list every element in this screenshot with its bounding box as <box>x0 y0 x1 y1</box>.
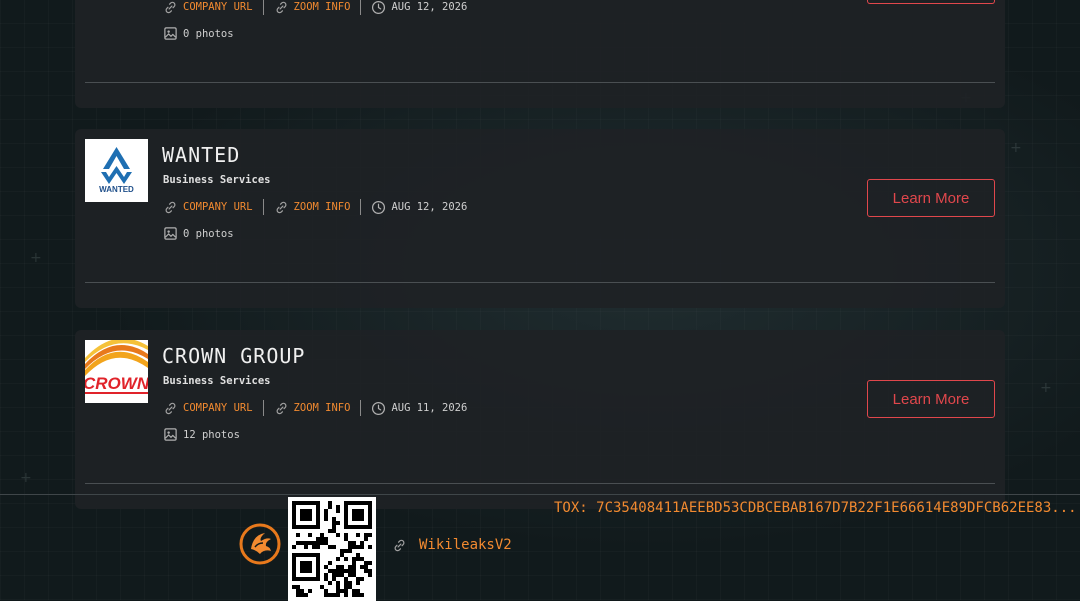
link-icon <box>165 201 176 213</box>
learn-more-button[interactable] <box>867 0 995 4</box>
decor-plus: + <box>30 250 42 266</box>
card-divider <box>85 483 995 484</box>
divider <box>360 199 362 215</box>
company-logo: WANTED <box>85 139 148 202</box>
zoom-info-label: ZOOM INFO <box>293 1 351 13</box>
zoom-info-link[interactable]: ZOOM INFO <box>274 0 351 15</box>
image-icon <box>164 227 177 240</box>
image-icon <box>164 428 177 441</box>
clock-icon <box>372 200 386 214</box>
divider <box>360 0 362 15</box>
listing-title: WANTED <box>162 143 241 167</box>
wikileaks-label: WikileaksV2 <box>419 537 512 553</box>
listing-date: AUG 12, 2026 <box>371 200 467 215</box>
listing-title: CROWN GROUP <box>162 344 306 368</box>
wikileaks-link[interactable]: WikileaksV2 <box>392 537 512 553</box>
zoom-info-link[interactable]: ZOOM INFO <box>274 200 351 215</box>
zoom-info-label: ZOOM INFO <box>293 201 351 213</box>
company-url-link[interactable]: COMPANY URL <box>163 200 253 215</box>
company-logo: CROWN <box>85 340 148 403</box>
decor-plus: + <box>20 470 32 486</box>
link-icon <box>165 402 176 414</box>
date-text: AUG 11, 2026 <box>391 402 468 414</box>
image-icon <box>164 27 177 40</box>
footer: WikileaksV2 TOX: 7C35408411AEEBD53CDBCEB… <box>0 494 1080 601</box>
listing-category: Business Services <box>163 375 271 387</box>
link-icon <box>276 1 286 13</box>
listing-meta: COMPANY URL ZOOM INFO AUG 12, 2026 <box>163 0 467 16</box>
clock-icon <box>372 0 386 14</box>
card-divider <box>85 82 995 83</box>
photos-text: 0 photos <box>183 27 234 40</box>
company-url-link[interactable]: COMPANY URL <box>163 401 253 416</box>
svg-text:WANTED: WANTED <box>99 185 134 194</box>
date-text: AUG 12, 2026 <box>391 201 468 213</box>
listing-date: AUG 11, 2026 <box>371 401 467 416</box>
listing-meta: COMPANY URL ZOOM INFO AUG 11, 2026 <box>163 399 467 417</box>
company-url-label: COMPANY URL <box>183 402 253 414</box>
zoom-info-link[interactable]: ZOOM INFO <box>274 401 351 416</box>
zoom-info-label: ZOOM INFO <box>293 402 351 414</box>
company-url-label: COMPANY URL <box>183 1 253 13</box>
learn-more-button[interactable]: Learn More <box>867 179 995 217</box>
link-icon <box>276 402 286 414</box>
link-icon <box>276 201 286 213</box>
decor-plus: + <box>1010 140 1022 156</box>
qr-code[interactable] <box>288 497 376 601</box>
link-icon <box>165 1 176 13</box>
divider <box>262 400 264 416</box>
company-url-label: COMPANY URL <box>183 201 253 213</box>
tox-id[interactable]: TOX: 7C35408411AEEBD53CDBCEBAB167D7B22F1… <box>554 500 1080 516</box>
divider <box>262 0 264 15</box>
divider <box>360 400 362 416</box>
svg-text:CROWN: CROWN <box>85 374 148 393</box>
listing-card: COMPANY URL ZOOM INFO AUG 12, 2026 0 pho… <box>75 0 1005 108</box>
link-icon <box>394 539 405 551</box>
divider <box>262 199 264 215</box>
listing-card: WANTED WANTED Business Services COMPANY … <box>75 129 1005 308</box>
listing-meta: COMPANY URL ZOOM INFO AUG 12, 2026 <box>163 198 467 216</box>
listing-category: Business Services <box>163 174 271 186</box>
photos-count: 0 photos <box>163 26 234 41</box>
clock-icon <box>372 401 386 415</box>
date-text: AUG 12, 2026 <box>391 1 468 13</box>
card-divider <box>85 282 995 283</box>
photos-text: 0 photos <box>183 227 234 240</box>
listing-date: AUG 12, 2026 <box>371 0 467 15</box>
photos-count: 12 photos <box>163 427 240 442</box>
photos-count: 0 photos <box>163 226 234 241</box>
photos-text: 12 photos <box>183 428 240 441</box>
decor-plus: + <box>1040 380 1052 396</box>
company-url-link[interactable]: COMPANY URL <box>163 0 253 15</box>
phoenix-logo[interactable] <box>239 523 281 565</box>
listing-card: CROWN CROWN GROUP Business Services COMP… <box>75 330 1005 509</box>
learn-more-button[interactable]: Learn More <box>867 380 995 418</box>
